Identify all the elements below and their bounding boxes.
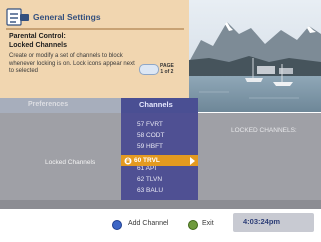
section-heading-line1: Parental Control: [9, 33, 66, 40]
arrow-right-icon [190, 157, 195, 165]
locked-channels-label: Locked Channels [45, 159, 96, 166]
green-button-icon [188, 220, 198, 230]
page-indicator-icon [139, 64, 159, 75]
channel-item[interactable]: 58 CODT [137, 132, 164, 139]
locked-channels-header: LOCKED CHANNELS: [231, 127, 297, 134]
channel-item[interactable]: 62 TLVN [137, 176, 162, 183]
page-indicator: PAGE 1 of 2 [160, 63, 174, 75]
page-indicator-count: 1 of 2 [160, 69, 174, 75]
title-divider [6, 28, 184, 30]
channel-item[interactable]: 61 API [137, 165, 156, 172]
add-channel-button[interactable]: Add Channel [112, 219, 172, 230]
selected-channel-label: 60 TRVL [134, 157, 160, 164]
tab-preferences-label: Preferences [28, 101, 69, 108]
content-footer-strip [0, 200, 321, 209]
clock: 4:03:24pm [243, 217, 281, 226]
add-channel-label: Add Channel [128, 220, 169, 227]
settings-list-icon [6, 8, 29, 26]
channel-item[interactable]: 63 BALU [137, 187, 163, 194]
background-photo [189, 0, 321, 112]
channel-item[interactable]: 57 FVRT [137, 121, 163, 128]
lock-icon [124, 157, 132, 165]
tab-channels-label: Channels [139, 100, 173, 109]
channel-item[interactable]: 59 HBFT [137, 143, 163, 150]
section-heading: Parental Control: Locked Channels [9, 33, 185, 50]
section-description: Create or modify a set of channels to bl… [9, 53, 135, 75]
settings-screen: General Settings Parental Control: Locke… [0, 0, 321, 242]
exit-label: Exit [202, 220, 214, 227]
page-title: General Settings [33, 12, 101, 22]
section-heading-line2: Locked Channels [9, 41, 67, 49]
title-row: General Settings [6, 6, 186, 28]
blue-button-icon [112, 220, 122, 230]
exit-button[interactable]: Exit [188, 219, 222, 230]
